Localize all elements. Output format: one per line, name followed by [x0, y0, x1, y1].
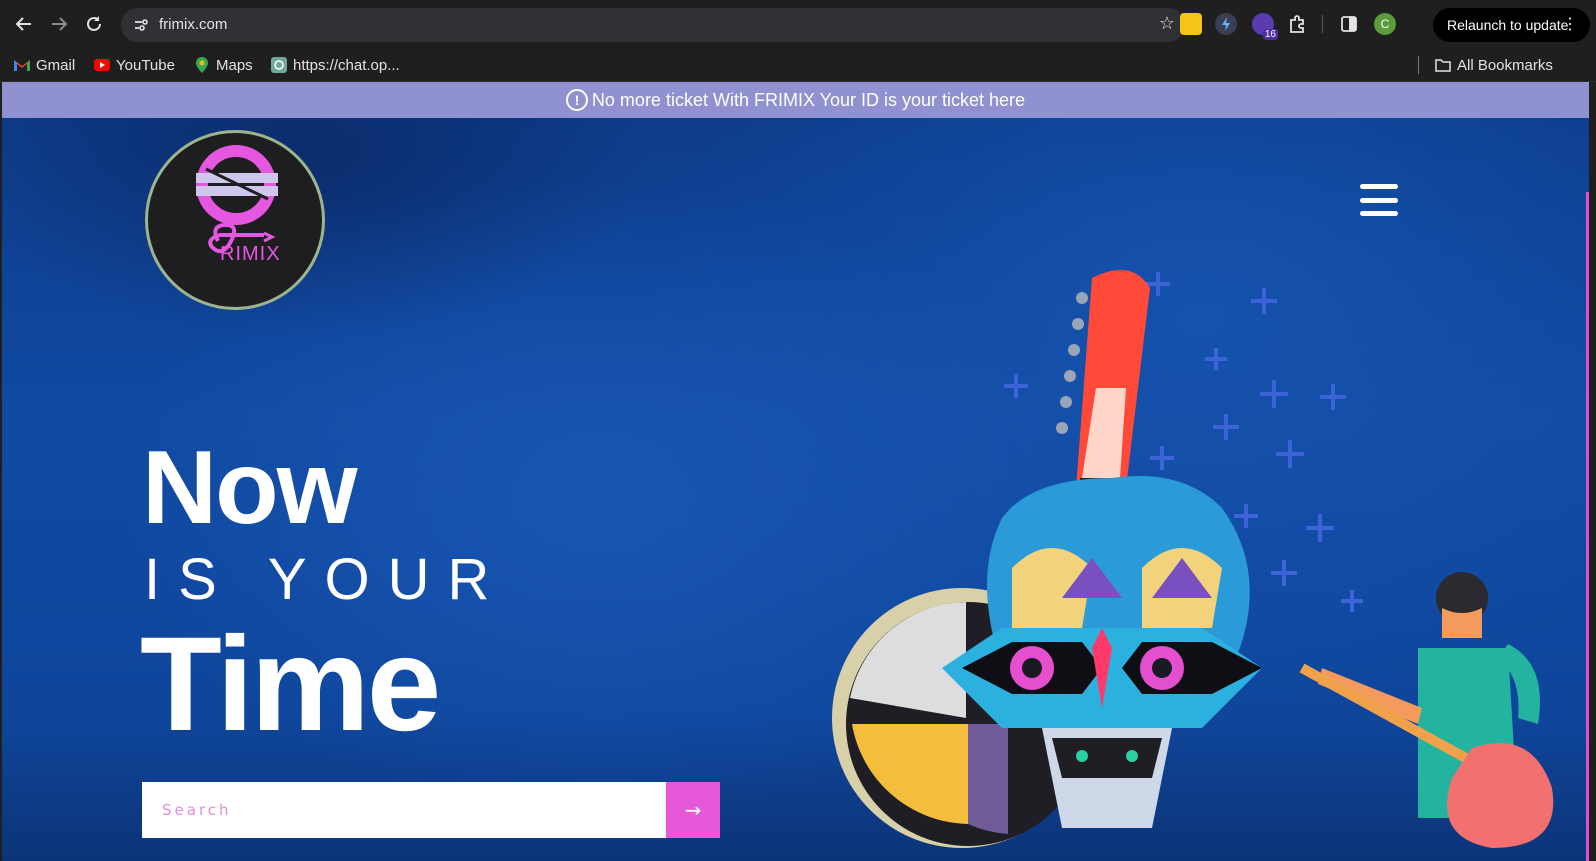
extension-bolt-icon[interactable] — [1215, 13, 1237, 35]
address-bar[interactable]: frimix.com ☆ — [121, 8, 1185, 42]
bookmark-gmail[interactable]: Gmail — [14, 55, 75, 75]
bookmark-label: Maps — [216, 56, 253, 74]
web-page: ! No more ticket With FRIMIX Your ID is … — [2, 82, 1589, 861]
hero-headline-now: Now — [142, 430, 358, 546]
hamburger-menu-icon[interactable] — [1360, 184, 1398, 216]
info-icon: ! — [565, 89, 588, 111]
bookmark-youtube[interactable]: YouTube — [94, 55, 175, 75]
all-bookmarks-button[interactable]: All Bookmarks — [1435, 55, 1553, 75]
arrow-right-icon: → — [684, 798, 702, 822]
all-bookmarks-label: All Bookmarks — [1457, 56, 1553, 74]
bookmarks-divider — [1418, 56, 1419, 74]
bookmark-maps[interactable]: Maps — [194, 55, 253, 75]
bookmark-star-icon[interactable]: ☆ — [1159, 13, 1175, 34]
announcement-banner: ! No more ticket With FRIMIX Your ID is … — [2, 82, 1589, 118]
search-input[interactable] — [142, 782, 666, 838]
extension-badge-count: 16 — [1262, 29, 1278, 40]
hero-headline-time: Time — [140, 610, 441, 759]
extension-yellow-icon[interactable] — [1180, 13, 1202, 35]
folder-icon — [1435, 57, 1451, 73]
hamburger-bar — [1360, 197, 1398, 203]
gmail-icon — [14, 57, 30, 73]
side-panel-icon[interactable] — [1338, 13, 1360, 35]
frimix-logo[interactable]: RIMIX — [145, 130, 325, 310]
extension-badge-icon[interactable]: 16 — [1252, 13, 1278, 40]
logo-wordmark: RIMIX — [220, 243, 281, 265]
frimix-logo-mark — [196, 145, 278, 254]
bookmark-label: YouTube — [116, 56, 175, 74]
bookmark-label: Gmail — [36, 56, 76, 74]
extensions-puzzle-icon[interactable] — [1287, 13, 1309, 35]
bookmark-label: https://chat.op... — [293, 56, 400, 74]
site-info-icon[interactable] — [129, 13, 153, 37]
profile-avatar[interactable]: C — [1374, 13, 1396, 35]
guitar-mask-illustration — [832, 270, 1554, 848]
bookmarks-bar: Gmail YouTube Maps https://chat.op... Al… — [0, 48, 1596, 82]
reload-icon[interactable] — [80, 10, 108, 38]
maps-pin-icon — [194, 57, 210, 73]
hero-headline-is-your: IS YOUR — [144, 547, 508, 612]
search-submit-button[interactable]: → — [666, 782, 720, 838]
menu-kebab-icon[interactable]: ⋮ — [1562, 15, 1578, 35]
hamburger-bar — [1360, 184, 1398, 189]
bookmark-chat[interactable]: https://chat.op... — [271, 55, 400, 75]
announcement-text: No more ticket With FRIMIX Your ID is yo… — [591, 89, 1026, 110]
chatgpt-icon — [271, 57, 287, 73]
back-icon[interactable] — [10, 10, 38, 38]
relaunch-label: Relaunch to update — [1447, 17, 1569, 33]
search-bar: → — [142, 782, 720, 838]
browser-toolbar: frimix.com ☆ 16 C Relaunch to update ⋮ — [0, 0, 1596, 48]
forward-icon[interactable] — [45, 10, 73, 38]
hero-section: RIMIX Now IS YOUR Time → — [2, 118, 1589, 861]
hamburger-bar — [1360, 211, 1398, 216]
youtube-icon — [94, 57, 110, 73]
relaunch-button[interactable]: Relaunch to update ⋮ — [1433, 8, 1590, 42]
url-text[interactable]: frimix.com — [159, 16, 227, 33]
toolbar-divider — [1322, 15, 1323, 33]
